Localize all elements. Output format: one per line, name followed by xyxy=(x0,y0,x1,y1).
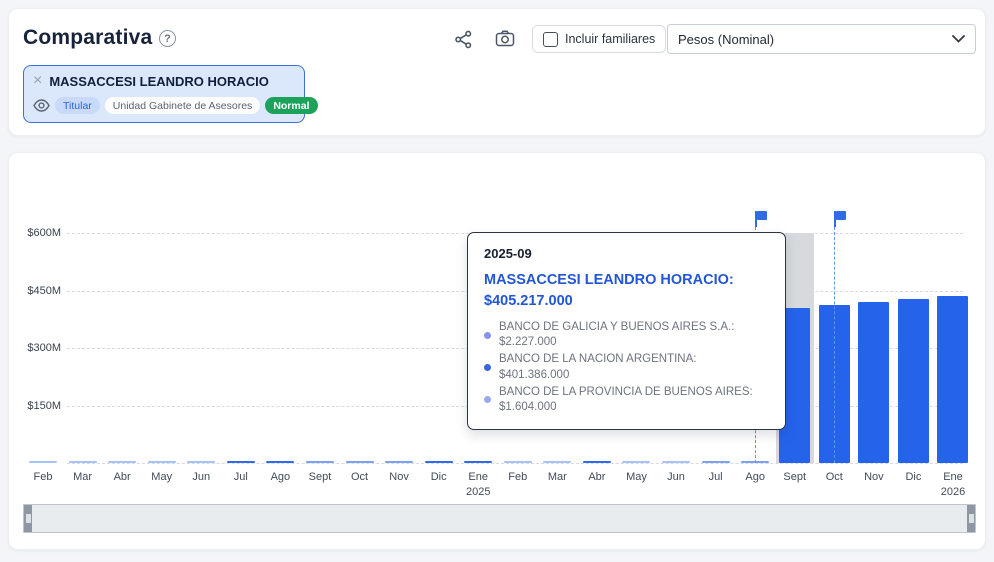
y-axis-tick-label: $300M xyxy=(17,342,61,354)
bar[interactable] xyxy=(583,461,611,463)
bar[interactable] xyxy=(622,461,650,463)
x-axis-month-label: May xyxy=(151,471,172,483)
bar[interactable] xyxy=(898,299,929,463)
x-axis-month-label: Nov xyxy=(389,471,409,483)
bar[interactable] xyxy=(346,461,374,463)
gridline-zero xyxy=(67,463,963,464)
x-axis-month-label: Ago xyxy=(271,471,291,483)
x-axis-month-label: Sept xyxy=(783,471,806,483)
flag-marker-icon[interactable] xyxy=(755,211,768,227)
close-icon[interactable]: × xyxy=(33,73,42,89)
selected-person-chip[interactable]: × MASSACCESI LEANDRO HORACIO Titular Uni… xyxy=(23,65,305,123)
bar[interactable] xyxy=(385,461,413,463)
bar[interactable] xyxy=(69,461,97,463)
series-dot-icon xyxy=(484,396,491,403)
x-axis-month-label: Jun xyxy=(192,471,210,483)
x-axis-month-label: Ago xyxy=(745,471,765,483)
chart-card: $150M $300M $450M $600M Feb Mar Abr May Jun Jul Ag… xyxy=(8,152,986,550)
x-axis-month-label: Oct xyxy=(351,471,368,483)
flag-marker-icon[interactable] xyxy=(834,211,847,227)
x-axis-month-label: Jul xyxy=(234,471,248,483)
x-axis-month-label: Abr xyxy=(588,471,605,483)
page-title: Comparativa xyxy=(23,26,152,50)
x-axis-month-label: Dic xyxy=(431,471,447,483)
tooltip-bank-item: BANCO DE GALICIA Y BUENOS AIRES S.A.: $2… xyxy=(484,320,769,350)
bar[interactable] xyxy=(306,461,334,463)
x-axis-month-label: Mar xyxy=(548,471,567,483)
x-axis-month-label: Abr xyxy=(114,471,131,483)
series-dot-icon xyxy=(484,332,491,339)
x-axis-month-label: Mar xyxy=(73,471,92,483)
y-axis-tick-label: $150M xyxy=(17,400,61,412)
navigator-handle-right[interactable] xyxy=(967,505,975,532)
x-axis-month-label: Feb xyxy=(34,471,53,483)
range-navigator-track[interactable] xyxy=(23,504,976,533)
y-axis-tick-label: $450M xyxy=(17,285,61,297)
bar[interactable] xyxy=(187,461,215,463)
person-name: MASSACCESI LEANDRO HORACIO xyxy=(49,74,269,89)
x-axis-month-label: May xyxy=(626,471,647,483)
bar[interactable] xyxy=(858,302,889,463)
x-axis-month-label: Oct xyxy=(826,471,843,483)
camera-icon[interactable] xyxy=(495,29,515,53)
currency-select-value: Pesos (Nominal) xyxy=(678,32,774,47)
bar[interactable] xyxy=(504,461,532,463)
y-axis-tick-label: $600M xyxy=(17,227,61,239)
currency-select[interactable]: Pesos (Nominal) xyxy=(667,24,976,54)
x-axis-month-label: Jun xyxy=(667,471,685,483)
x-axis-month-label: Ene2026 xyxy=(941,471,965,498)
reference-dashed-line xyxy=(834,227,835,463)
status-badge: Normal xyxy=(265,97,317,114)
bar[interactable] xyxy=(662,461,690,463)
x-axis-month-label: Ene2025 xyxy=(466,471,490,498)
tooltip-bank-list: BANCO DE GALICIA Y BUENOS AIRES S.A.: $2… xyxy=(484,320,769,415)
chart-tooltip: 2025-09 MASSACCESI LEANDRO HORACIO: $405… xyxy=(467,232,786,430)
bar[interactable] xyxy=(937,296,968,463)
series-dot-icon xyxy=(484,364,491,371)
x-axis-month-label: Jul xyxy=(709,471,723,483)
x-axis-month-label: Dic xyxy=(905,471,921,483)
bar[interactable] xyxy=(702,461,730,463)
bar[interactable] xyxy=(266,461,294,463)
x-axis-month-label: Feb xyxy=(508,471,527,483)
bar[interactable] xyxy=(464,461,492,463)
include-family-toggle[interactable]: Incluir familiares xyxy=(532,25,666,53)
office-badge: Unidad Gabinete de Asesores xyxy=(105,97,261,114)
help-icon[interactable]: ? xyxy=(159,30,176,47)
tooltip-period: 2025-09 xyxy=(484,246,769,261)
bar[interactable] xyxy=(148,461,176,463)
bar[interactable] xyxy=(543,461,571,463)
role-badge: Titular xyxy=(55,97,100,114)
tooltip-bank-item: BANCO DE LA NACION ARGENTINA: $401.386.0… xyxy=(484,352,769,382)
bar[interactable] xyxy=(425,461,453,463)
bar[interactable] xyxy=(227,461,255,463)
bar[interactable] xyxy=(108,461,136,463)
x-axis-month-label: Nov xyxy=(864,471,884,483)
include-family-label: Incluir familiares xyxy=(565,32,655,46)
tooltip-bank-label: BANCO DE LA PROVINCIA DE BUENOS AIRES: $… xyxy=(499,385,769,415)
bar[interactable] xyxy=(29,461,57,463)
tooltip-bank-label: BANCO DE LA NACION ARGENTINA: $401.386.0… xyxy=(499,352,769,382)
include-family-checkbox[interactable] xyxy=(543,32,558,47)
navigator-handle-left[interactable] xyxy=(24,505,32,532)
tooltip-bank-item: BANCO DE LA PROVINCIA DE BUENOS AIRES: $… xyxy=(484,385,769,415)
chevron-down-icon xyxy=(952,35,965,43)
tooltip-total: MASSACCESI LEANDRO HORACIO: $405.217.000 xyxy=(484,270,769,312)
x-axis-month-label: Sept xyxy=(309,471,332,483)
share-icon[interactable] xyxy=(454,30,473,54)
tooltip-bank-label: BANCO DE GALICIA Y BUENOS AIRES S.A.: $2… xyxy=(499,320,769,350)
header-card: Comparativa ? Incluir familiares Pesos (… xyxy=(8,8,986,136)
eye-icon[interactable] xyxy=(33,99,50,112)
